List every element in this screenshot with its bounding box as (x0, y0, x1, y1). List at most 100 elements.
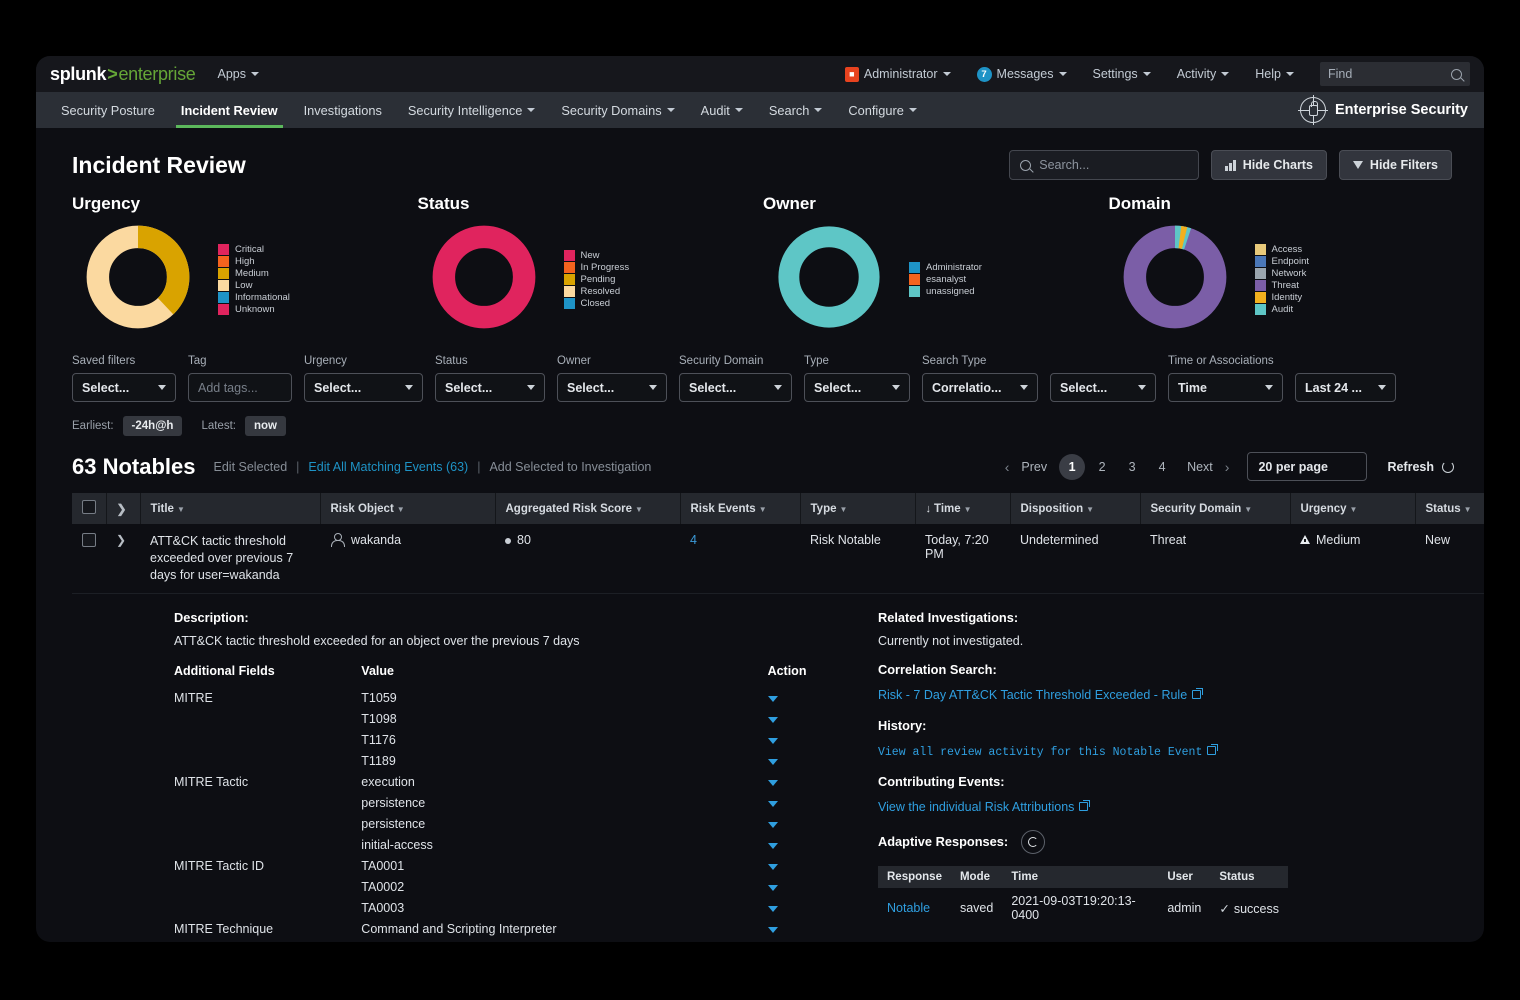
apps-menu[interactable]: Apps (217, 67, 259, 81)
hide-charts-button[interactable]: Hide Charts (1211, 150, 1327, 180)
column-header-risk-events[interactable]: Risk Events▼ (680, 493, 800, 524)
owner-donut[interactable] (763, 224, 895, 335)
help-menu[interactable]: Help (1255, 67, 1294, 81)
prev-chevron-icon[interactable]: ‹ (1005, 459, 1010, 475)
search-input[interactable]: Search... (1009, 150, 1199, 180)
column-header-type[interactable]: Type▼ (800, 493, 915, 524)
type-select[interactable]: Select... (804, 373, 910, 402)
administrator-menu[interactable]: ■ Administrator (845, 67, 951, 82)
action-caret-icon[interactable] (768, 927, 778, 933)
nav-item-search[interactable]: Search (756, 92, 836, 128)
action-caret-icon[interactable] (768, 885, 778, 891)
hide-filters-button[interactable]: Hide Filters (1339, 150, 1452, 180)
action-caret-icon[interactable] (768, 759, 778, 765)
row-select-cell[interactable] (72, 524, 106, 594)
next-chevron-icon[interactable]: › (1225, 459, 1230, 475)
field-action[interactable] (768, 876, 862, 897)
urgency-select[interactable]: Select... (304, 373, 423, 402)
edit-selected-button[interactable]: Edit Selected (214, 460, 288, 474)
action-caret-icon[interactable] (768, 717, 778, 723)
nav-item-configure[interactable]: Configure (835, 92, 930, 128)
nav-item-security-domains[interactable]: Security Domains (548, 92, 687, 128)
row-checkbox[interactable] (82, 533, 96, 547)
column-header-title[interactable]: Title▼ (140, 493, 320, 524)
column-header-time[interactable]: ↓Time▼ (915, 493, 1010, 524)
action-caret-icon[interactable] (768, 843, 778, 849)
nav-item-investigations[interactable]: Investigations (291, 92, 395, 128)
time-range-select[interactable]: Last 24 ... (1295, 373, 1396, 402)
page-button-3[interactable]: 3 (1119, 454, 1145, 480)
field-action[interactable] (768, 750, 862, 771)
correlation-search-link[interactable]: Risk - 7 Day ATT&CK Tactic Threshold Exc… (878, 688, 1187, 702)
select-all-checkbox[interactable] (82, 500, 96, 514)
page-button-4[interactable]: 4 (1149, 454, 1175, 480)
nav-item-security-posture[interactable]: Security Posture (48, 92, 168, 128)
field-action[interactable] (768, 792, 862, 813)
owner-select[interactable]: Select... (557, 373, 667, 402)
cell-title[interactable]: ATT&CK tactic threshold exceeded over pr… (140, 524, 320, 594)
action-caret-icon[interactable] (768, 864, 778, 870)
column-header-status[interactable]: Status▼ (1415, 493, 1484, 524)
splunk-logo[interactable]: splunk>enterprise (50, 64, 195, 85)
chevron-down-icon[interactable]: ❯ (116, 533, 126, 547)
field-action[interactable] (768, 939, 862, 942)
edit-all-matching-button[interactable]: Edit All Matching Events (63) (308, 460, 468, 474)
tag-input[interactable]: Add tags... (188, 373, 292, 402)
nav-item-audit[interactable]: Audit (688, 92, 756, 128)
contributing-events-link[interactable]: View the individual Risk Attributions (878, 800, 1074, 814)
field-action[interactable] (768, 813, 862, 834)
status-donut[interactable] (418, 224, 550, 335)
status-select[interactable]: Select... (435, 373, 545, 402)
page-button-2[interactable]: 2 (1089, 454, 1115, 480)
ar-response-link[interactable]: Notable (887, 901, 930, 915)
search-type-select[interactable]: Correlatio... (922, 373, 1038, 402)
history-link[interactable]: View all review activity for this Notabl… (878, 746, 1202, 759)
field-action[interactable] (768, 834, 862, 855)
nav-item-security-intelligence[interactable]: Security Intelligence (395, 92, 549, 128)
next-page-button[interactable]: Next (1179, 460, 1221, 474)
action-caret-icon[interactable] (768, 906, 778, 912)
earliest-value[interactable]: -24h@h (123, 416, 183, 436)
column-header-security-domain[interactable]: Security Domain▼ (1140, 493, 1290, 524)
risk-events-link[interactable]: 4 (690, 533, 697, 547)
search-type-secondary-select[interactable]: Select... (1050, 373, 1156, 402)
action-caret-icon[interactable] (768, 801, 778, 807)
urgency-donut[interactable] (72, 224, 204, 335)
action-caret-icon[interactable] (768, 738, 778, 744)
column-header-risk-object[interactable]: Risk Object▼ (320, 493, 495, 524)
field-action[interactable] (768, 708, 862, 729)
field-action[interactable] (768, 855, 862, 876)
ar-response[interactable]: Notable (878, 888, 951, 928)
field-action[interactable] (768, 687, 862, 708)
nav-item-incident-review[interactable]: Incident Review (168, 92, 291, 128)
field-action[interactable] (768, 897, 862, 918)
page-button-1[interactable]: 1 (1059, 454, 1085, 480)
domain-donut[interactable] (1109, 224, 1241, 335)
saved-filters-select[interactable]: Select... (72, 373, 176, 402)
activity-menu[interactable]: Activity (1177, 67, 1230, 81)
field-action[interactable] (768, 918, 862, 939)
messages-menu[interactable]: 7 Messages (977, 67, 1067, 82)
field-action[interactable] (768, 729, 862, 750)
latest-value[interactable]: now (245, 416, 286, 436)
column-header-aggregated-risk-score[interactable]: Aggregated Risk Score▼ (495, 493, 680, 524)
action-caret-icon[interactable] (768, 696, 778, 702)
select-all-header[interactable] (72, 493, 106, 524)
security-domain-select[interactable]: Select... (679, 373, 792, 402)
time-or-associations-select[interactable]: Time (1168, 373, 1283, 402)
column-header-disposition[interactable]: Disposition▼ (1010, 493, 1140, 524)
settings-menu[interactable]: Settings (1093, 67, 1151, 81)
prev-page-button[interactable]: Prev (1013, 460, 1055, 474)
refresh-button[interactable]: Refresh (1387, 460, 1454, 474)
action-caret-icon[interactable] (768, 822, 778, 828)
expand-all-header[interactable]: ❯ (106, 493, 140, 524)
add-selected-to-investigation-button[interactable]: Add Selected to Investigation (489, 460, 651, 474)
column-header-urgency[interactable]: Urgency▼ (1290, 493, 1415, 524)
table-row[interactable]: ❯ ATT&CK tactic threshold exceeded over … (72, 524, 1484, 594)
row-expand-cell[interactable]: ❯ (106, 524, 140, 594)
per-page-select[interactable]: 20 per page (1247, 452, 1367, 481)
action-caret-icon[interactable] (768, 780, 778, 786)
field-action[interactable] (768, 771, 862, 792)
find-input[interactable]: Find (1320, 62, 1470, 86)
risk-object-value[interactable]: wakanda (351, 533, 401, 547)
